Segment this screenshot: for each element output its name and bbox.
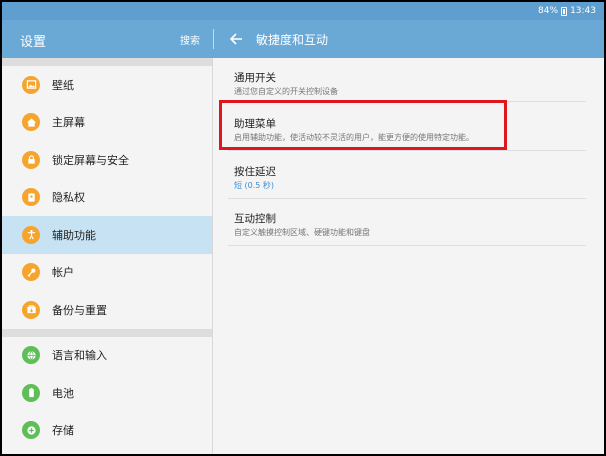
battery-percent: 84% — [538, 6, 559, 16]
sidebar-item-label: 电池 — [52, 386, 74, 400]
setting-title: 通用开关 — [234, 72, 276, 84]
sidebar-item-privacy[interactable]: 隐私权 — [2, 179, 212, 217]
page-title: 敏捷度和互动 — [256, 33, 329, 47]
sidebar-item-language-input[interactable]: 语言和输入 — [2, 337, 212, 375]
screen: 84% 13:43 设置 搜索 敏捷度和互动 壁纸 主屏幕 锁定屏幕与安全 隐私… — [2, 2, 604, 454]
clock: 13:43 — [570, 6, 596, 16]
storage-icon — [22, 421, 40, 440]
setting-interaction-control[interactable]: 互动控制 自定义触摸控制区域、硬键功能和键盘 — [228, 199, 586, 246]
sidebar-item-label: 帐户 — [52, 266, 74, 280]
setting-universal-switch[interactable]: 通用开关 通过您自定义的开关控制设备 — [228, 58, 586, 102]
sidebar-item-label: 壁纸 — [52, 78, 74, 92]
sidebar-item-label: 锁定屏幕与安全 — [52, 153, 129, 167]
sidebar-item-label: 存储 — [52, 424, 74, 438]
home-icon — [22, 113, 40, 132]
app-title: 设置 — [20, 35, 47, 50]
sidebar-item-lock-screen[interactable]: 锁定屏幕与安全 — [2, 141, 212, 179]
privacy-icon — [22, 188, 40, 207]
sidebar-item-label: 辅助功能 — [52, 228, 96, 242]
sidebar-item-label: 语言和输入 — [52, 349, 107, 363]
status-bar: 84% 13:43 — [2, 2, 604, 20]
back-arrow-icon[interactable] — [228, 29, 244, 49]
accessibility-icon — [22, 225, 40, 244]
sidebar-item-accessibility[interactable]: 辅助功能 — [2, 216, 212, 254]
setting-title: 按住延迟 — [234, 166, 276, 178]
battery-icon — [22, 383, 40, 402]
battery-icon — [561, 6, 568, 16]
setting-title: 互动控制 — [234, 213, 276, 225]
sidebar-item-accounts[interactable]: 帐户 — [2, 254, 212, 292]
sidebar-item-label: 隐私权 — [52, 191, 85, 205]
setting-tap-hold-delay[interactable]: 按住延迟 短 (0.5 秒) — [228, 151, 586, 199]
sidebar: 壁纸 主屏幕 锁定屏幕与安全 隐私权 辅助功能 帐户 备份与重置 语言和输入 电… — [2, 58, 213, 454]
sidebar-item-home-screen[interactable]: 主屏幕 — [2, 104, 212, 142]
setting-subtitle: 通过您自定义的开关控制设备 — [234, 87, 338, 96]
setting-title: 助理菜单 — [234, 118, 276, 130]
app-bar: 设置 搜索 敏捷度和互动 — [2, 20, 604, 58]
setting-assistant-menu[interactable]: 助理菜单 启用辅助功能，使活动较不灵活的用户，能更方便的使用特定功能。 — [228, 102, 586, 151]
key-icon — [22, 263, 40, 282]
setting-subtitle: 自定义触摸控制区域、硬键功能和键盘 — [234, 228, 370, 237]
main-panel: 通用开关 通过您自定义的开关控制设备 助理菜单 启用辅助功能，使活动较不灵活的用… — [214, 58, 604, 454]
backup-icon — [22, 300, 40, 319]
sidebar-divider — [2, 328, 212, 337]
language-icon — [22, 346, 40, 365]
header-divider — [213, 29, 214, 49]
setting-subtitle: 启用辅助功能，使活动较不灵活的用户，能更方便的使用特定功能。 — [234, 133, 474, 142]
settings-header: 设置 搜索 — [2, 20, 213, 58]
sidebar-item-label: 备份与重置 — [52, 303, 107, 317]
lock-icon — [22, 150, 40, 169]
sidebar-item-label: 主屏幕 — [52, 116, 85, 130]
sidebar-item-storage[interactable]: 存储 — [2, 412, 212, 450]
wallpaper-icon — [22, 75, 40, 94]
setting-value: 短 (0.5 秒) — [234, 181, 275, 190]
sidebar-divider — [2, 58, 212, 66]
sidebar-item-wallpaper[interactable]: 壁纸 — [2, 66, 212, 104]
search-button[interactable]: 搜索 — [180, 32, 200, 47]
sidebar-item-battery[interactable]: 电池 — [2, 374, 212, 412]
sidebar-item-backup-reset[interactable]: 备份与重置 — [2, 291, 212, 329]
